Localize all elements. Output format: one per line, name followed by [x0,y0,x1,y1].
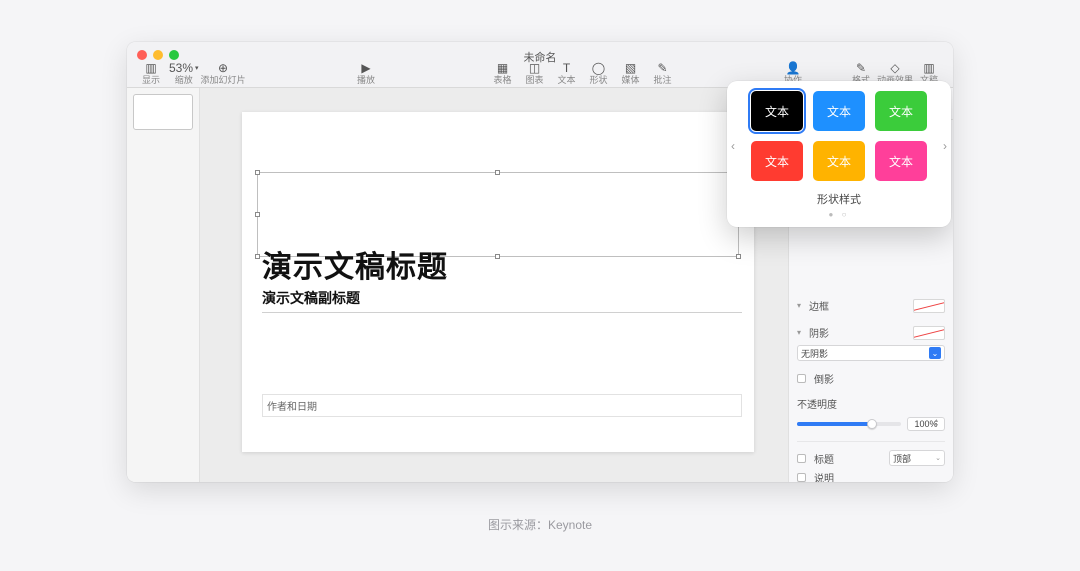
style-swatch[interactable]: 文本 [875,91,927,131]
add-slide-icon: ⊕ [218,61,228,75]
border-style-swatch[interactable] [913,299,945,313]
animate-icon: ◇ [890,61,899,75]
format-icon: ✎ [856,61,866,75]
next-page-button[interactable]: › [943,139,947,153]
opacity-input[interactable]: 100% ▴▾ [907,417,945,431]
table-button[interactable]: ▦表格 [487,61,519,85]
title-checkbox-label: 标题 [814,451,885,466]
image-source-caption: 图示来源：Keynote [0,516,1080,533]
caption-checkbox-label: 说明 [814,470,834,482]
shadow-select[interactable]: 无阴影 ⌄ [797,345,945,361]
shadow-select-value: 无阴影 [801,347,828,360]
resize-handle[interactable] [255,254,260,259]
border-label: 边框 [809,298,909,313]
text-icon: T [563,61,570,75]
chevron-down-icon: ⌄ [935,454,941,462]
comment-icon: ✎ [657,61,667,75]
prev-page-button[interactable]: ‹ [731,139,735,153]
style-swatch[interactable]: 文本 [875,141,927,181]
shape-button[interactable]: ◯形状 [583,61,615,85]
style-swatch-grid: 文本文本文本文本文本文本 [735,91,943,181]
shadow-label: 阴影 [809,325,909,340]
media-icon: ▧ [625,61,636,75]
play-button[interactable]: ▶ 播放 [344,61,388,85]
zoom-control[interactable]: 53%▾ 缩放 [167,61,201,85]
reflection-label: 倒影 [814,371,834,386]
disclosure-icon: ▾ [797,328,805,337]
resize-handle[interactable] [736,254,741,259]
zoom-value: 53%▾ [167,61,201,75]
opacity-slider[interactable] [797,422,901,426]
dropdown-icon: ⌄ [929,347,941,359]
resize-handle[interactable] [255,170,260,175]
media-button[interactable]: ▧媒体 [615,61,647,85]
shape-icon: ◯ [592,61,605,75]
title-checkbox[interactable] [797,454,806,463]
shadow-style-swatch[interactable] [913,326,945,340]
border-section[interactable]: ▾ 边框 [797,296,945,315]
play-icon: ▶ [361,61,370,75]
resize-handle[interactable] [495,170,500,175]
style-swatch[interactable]: 文本 [751,91,803,131]
slide-canvas[interactable]: 演示文稿标题 演示文稿副标题 作者和日期 [200,88,788,482]
text-button[interactable]: T文本 [551,61,583,85]
chart-button[interactable]: ◫图表 [519,61,551,85]
style-swatch[interactable]: 文本 [813,141,865,181]
slide-thumbnail[interactable] [133,94,193,130]
page-dots: ● ○ [735,210,943,219]
popover-title: 形状样式 [735,191,943,207]
style-swatch[interactable]: 文本 [751,141,803,181]
slide[interactable]: 演示文稿标题 演示文稿副标题 作者和日期 [242,112,754,452]
inspector-panel: 样式 文本 排列 ‹ › 文本文本文本文本文本文本 形状样式 ● ○ ▾ 边框 [788,88,953,482]
chart-icon: ◫ [529,61,540,75]
resize-handle[interactable] [495,254,500,259]
style-swatch[interactable]: 文本 [813,91,865,131]
slide-subtitle-text[interactable]: 演示文稿副标题 [262,288,742,313]
window-body: 演示文稿标题 演示文稿副标题 作者和日期 样式 文本 排列 ‹ › 文本文本文本… [127,88,953,482]
view-button[interactable]: ▥ 显示 [135,61,167,85]
resize-handle[interactable] [255,212,260,217]
reflection-toggle[interactable]: 倒影 [797,369,945,388]
table-icon: ▦ [497,61,508,75]
slide-navigator[interactable] [127,88,200,482]
caption-checkbox[interactable] [797,473,806,482]
stepper-icon[interactable]: ▴▾ [935,418,943,430]
checkbox-icon[interactable] [797,374,806,383]
slide-author-text[interactable]: 作者和日期 [262,394,742,417]
view-icon: ▥ [145,61,156,75]
position-select[interactable]: 顶部 ⌄ [889,450,945,466]
add-slide-button[interactable]: ⊕ 添加幻灯片 [201,61,246,85]
comment-button[interactable]: ✎批注 [647,61,679,85]
opacity-label: 不透明度 [797,396,945,411]
document-icon: ▥ [923,61,934,75]
slide-title-text[interactable]: 演示文稿标题 [262,242,448,286]
disclosure-icon: ▾ [797,301,805,310]
shadow-section[interactable]: ▾ 阴影 [797,323,945,342]
collaborate-icon: 👤 [785,61,800,75]
shape-styles-popover: ‹ › 文本文本文本文本文本文本 形状样式 ● ○ [727,81,951,227]
app-window: 未命名 ▥ 显示 53%▾ 缩放 ⊕ 添加幻灯片 ▶ 播放 [127,42,953,482]
